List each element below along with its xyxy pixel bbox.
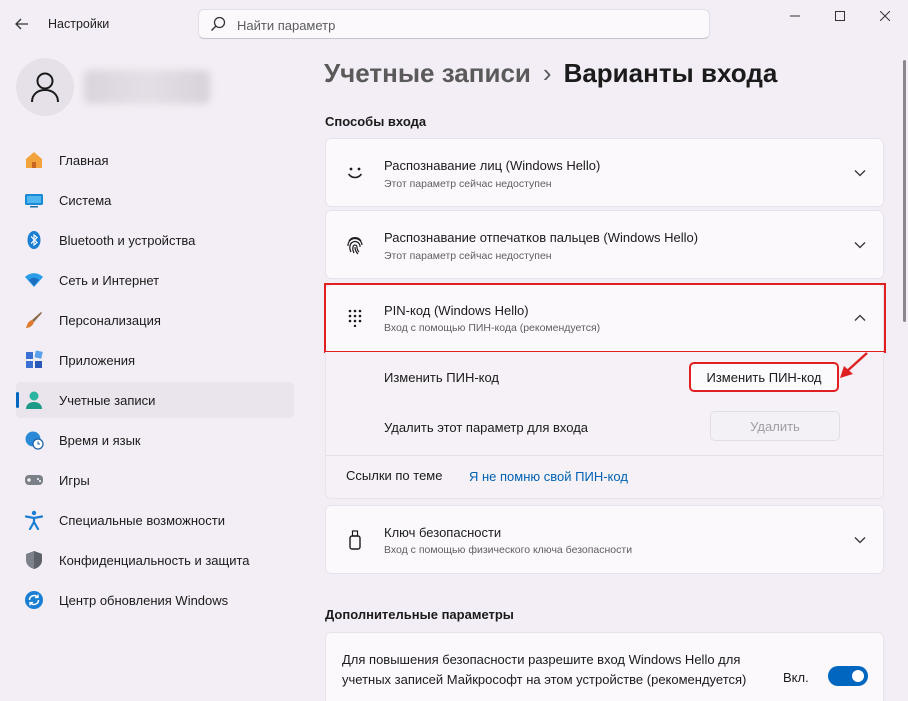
sidebar-item-network[interactable]: Сеть и Интернет: [16, 262, 294, 298]
wifi-icon: [24, 270, 44, 290]
sidebar-item-privacy[interactable]: Конфиденциальность и защита: [16, 542, 294, 578]
sidebar-item-apps[interactable]: Приложения: [16, 342, 294, 378]
change-pin-label: Изменить ПИН-код: [384, 370, 500, 385]
close-button[interactable]: [862, 0, 908, 32]
search-input[interactable]: [237, 16, 677, 34]
breadcrumb-separator: ›: [542, 58, 552, 88]
page-title: Варианты входа: [563, 58, 778, 88]
sidebar-item-gaming[interactable]: Игры: [16, 462, 294, 498]
usb-key-icon: [344, 529, 366, 551]
security-key-card[interactable]: Ключ безопасности Вход с помощью физичес…: [325, 505, 884, 574]
sidebar-item-system[interactable]: Система: [16, 182, 294, 218]
divider: [326, 455, 883, 456]
security-key-subtitle: Вход с помощью физического ключа безопас…: [384, 544, 633, 556]
maximize-button[interactable]: [817, 0, 863, 32]
face-recognition-card[interactable]: Распознавание лиц (Windows Hello) Этот п…: [325, 138, 884, 207]
search-icon: [210, 16, 226, 32]
sidebar-item-personalization[interactable]: Персонализация: [16, 302, 294, 338]
sidebar-item-windows-update[interactable]: Центр обновления Windows: [16, 582, 294, 618]
chevron-down-icon[interactable]: [853, 166, 867, 180]
change-pin-button[interactable]: Изменить ПИН-код: [689, 362, 839, 392]
sidebar-item-accessibility[interactable]: Специальные возможности: [16, 502, 294, 538]
pin-card-highlight: [324, 283, 886, 353]
profile-name-blurred: [84, 70, 210, 104]
section-title-sign-in: Способы входа: [325, 114, 427, 129]
avatar[interactable]: [16, 58, 74, 116]
hello-only-text: Для повышения безопасности разрешите вхо…: [342, 652, 747, 687]
breadcrumb-parent[interactable]: Учетные записи: [324, 58, 531, 88]
accessibility-icon: [24, 510, 44, 530]
fingerprint-card[interactable]: Распознавание отпечатков пальцев (Window…: [325, 210, 884, 279]
breadcrumb: Учетные записи › Варианты входа: [324, 58, 777, 89]
section-title-additional: Дополнительные параметры: [325, 607, 514, 622]
chevron-down-icon[interactable]: [853, 533, 867, 547]
toggle-knob: [852, 670, 864, 682]
user-icon: [31, 72, 59, 103]
sidebar-item-time-language[interactable]: Время и язык: [16, 422, 294, 458]
bluetooth-icon: [24, 230, 44, 250]
title-bar: Настройки: [0, 0, 908, 48]
app-title: Настройки: [48, 17, 110, 31]
related-links-label: Ссылки по теме: [346, 468, 443, 483]
remove-pin-label: Удалить этот параметр для входа: [384, 420, 589, 435]
system-icon: [24, 190, 44, 210]
toggle-label: Вкл.: [783, 670, 809, 685]
hello-only-toggle[interactable]: [828, 666, 868, 686]
fingerprint-title: Распознавание отпечатков пальцев (Window…: [384, 230, 699, 245]
face-recognition-title: Распознавание лиц (Windows Hello): [384, 158, 601, 173]
annotation-arrow-icon: [840, 352, 868, 378]
hello-only-card: Для повышения безопасности разрешите вхо…: [325, 632, 884, 701]
apps-icon: [24, 350, 44, 370]
gamepad-icon: [24, 470, 44, 490]
brush-icon: [24, 310, 44, 330]
security-key-title: Ключ безопасности: [384, 525, 502, 540]
fingerprint-icon: [344, 234, 366, 256]
shield-icon: [24, 550, 44, 570]
minimize-button[interactable]: [772, 0, 818, 32]
chevron-down-icon[interactable]: [853, 238, 867, 252]
face-recognition-subtitle: Этот параметр сейчас недоступен: [384, 178, 552, 190]
sidebar-item-accounts[interactable]: Учетные записи: [16, 382, 294, 418]
clock-globe-icon: [24, 430, 44, 450]
sidebar: Главная Система Bluetooth и устройства С…: [16, 142, 294, 622]
sidebar-item-home[interactable]: Главная: [16, 142, 294, 178]
update-icon: [24, 590, 44, 610]
account-icon: [24, 390, 44, 410]
search-box[interactable]: [198, 9, 710, 39]
home-icon: [24, 150, 44, 170]
forgot-pin-link[interactable]: Я не помню свой ПИН-код: [469, 469, 628, 484]
fingerprint-subtitle: Этот параметр сейчас недоступен: [384, 250, 552, 262]
remove-pin-button[interactable]: Удалить: [710, 411, 840, 441]
face-icon: [344, 162, 366, 184]
sidebar-item-bluetooth[interactable]: Bluetooth и устройства: [16, 222, 294, 258]
back-arrow-icon[interactable]: [12, 14, 32, 34]
scrollbar[interactable]: [903, 60, 906, 322]
